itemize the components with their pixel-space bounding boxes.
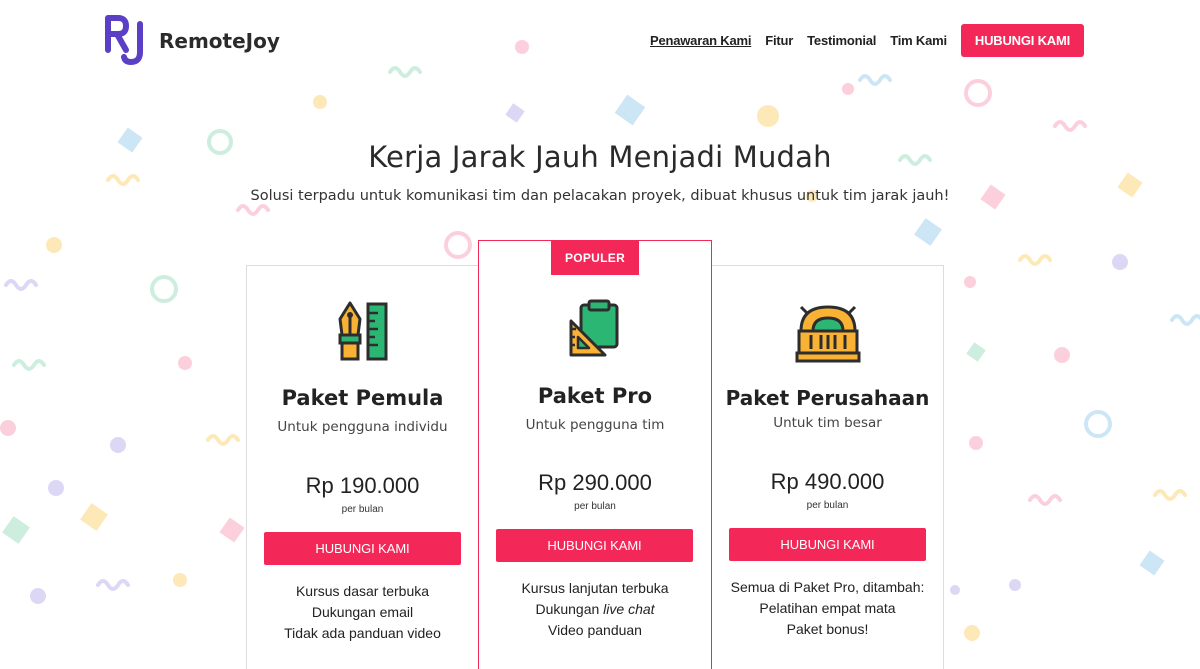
plan-audience: Untuk pengguna tim (525, 417, 665, 433)
feature-item: Video panduan (548, 622, 642, 638)
plan-name: Paket Pemula (281, 386, 444, 410)
plan-period: per bulan (341, 504, 384, 515)
feature-item: Dukungan live chat (479, 599, 711, 620)
feature-text: Dukungan (535, 601, 604, 617)
feature-item: Semua di Paket Pro, ditambah: (730, 579, 925, 595)
feature-item: Paket bonus! (786, 621, 869, 637)
plan-card-pemula: Paket Pemula Untuk pengguna individu Rp … (246, 265, 479, 669)
plan-price: Rp 290.000 (538, 470, 652, 495)
feature-item: Kursus lanjutan terbuka (521, 580, 669, 596)
feature-item: Pelatihan empat mata (759, 600, 896, 616)
feature-item: Kursus dasar terbuka (295, 583, 430, 599)
plan-price: Rp 190.000 (305, 473, 420, 498)
plan-card-perusahaan: Paket Perusahaan Untuk tim besar Rp 490.… (711, 265, 944, 669)
plan-features: Kursus lanjutan terbuka Dukungan live ch… (479, 578, 711, 641)
contact-button-perusahaan[interactable]: HUBUNGI KAMI (729, 528, 926, 561)
plan-name: Paket Pro (537, 384, 653, 408)
popular-badge: POPULER (551, 241, 639, 275)
plan-audience: Untuk tim besar (773, 415, 882, 431)
feature-item: Tidak ada panduan video (284, 625, 441, 641)
plan-features: Kursus dasar terbuka Dukungan email Tida… (247, 581, 478, 644)
pricing-cards: Paket Pemula Untuk pengguna individu Rp … (0, 0, 1200, 669)
plan-card-pro: POPULER Paket Pro Untuk pengguna tim Rp … (478, 240, 712, 669)
plan-price: Rp 490.000 (770, 469, 885, 494)
feature-emphasis: live chat (603, 601, 655, 617)
plan-name: Paket Perusahaan (725, 386, 930, 410)
plan-period: per bulan (806, 500, 849, 511)
plan-period: per bulan (574, 501, 616, 512)
feature-item: Dukungan email (311, 604, 414, 620)
plan-audience: Untuk pengguna individu (277, 419, 448, 435)
contact-button-pemula[interactable]: HUBUNGI KAMI (264, 532, 461, 565)
plan-features: Semua di Paket Pro, ditambah: Pelatihan … (712, 577, 943, 640)
pen-ruler-icon (338, 301, 387, 361)
contact-button-pro[interactable]: HUBUNGI KAMI (496, 529, 693, 562)
building-icon (795, 305, 860, 363)
clipboard-set-square-icon (569, 299, 619, 357)
